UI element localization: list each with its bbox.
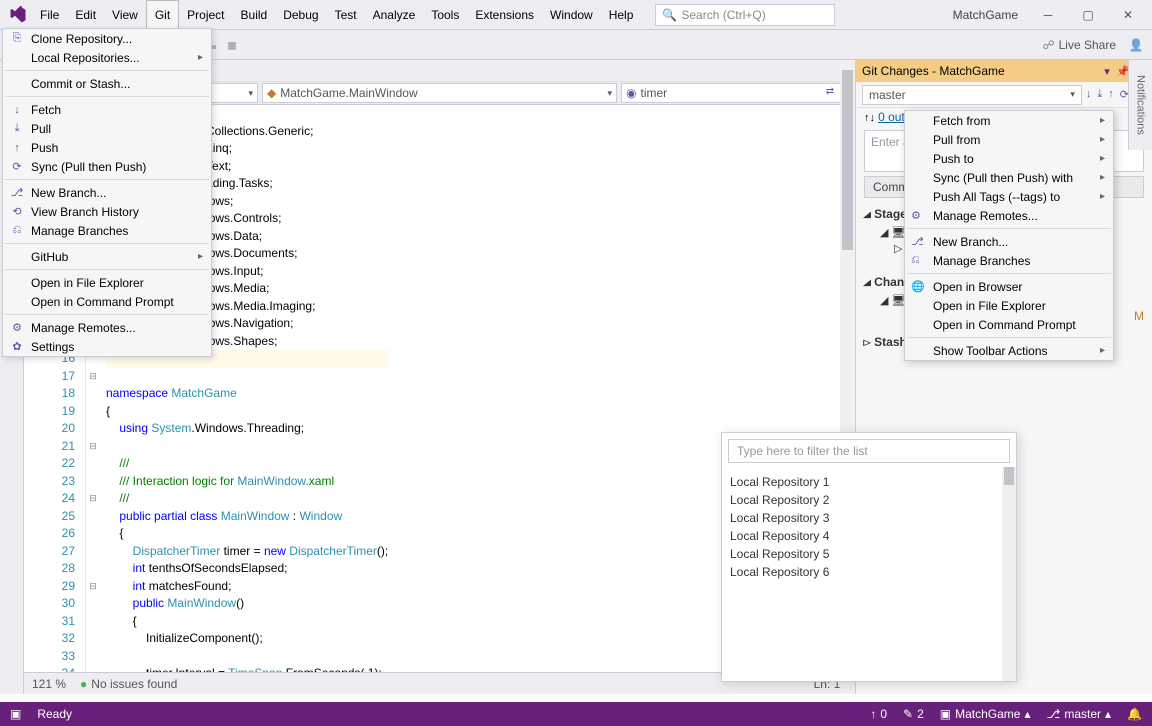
menu-bar: FileEditViewGitProjectBuildDebugTestAnal… [32, 0, 641, 29]
user-icon[interactable]: 👤 [1126, 35, 1146, 55]
git-menu-item[interactable]: ⤓Pull [3, 119, 211, 138]
git-context-item[interactable]: 🌐Open in Browser [905, 277, 1113, 296]
fetch-icon[interactable]: ↓ [1086, 88, 1092, 101]
menu-extensions[interactable]: Extensions [467, 0, 542, 29]
git-context-item[interactable]: Open in Command Prompt [905, 315, 1113, 334]
git-context-item[interactable]: Sync (Pull then Push) with [905, 168, 1113, 187]
menu-file[interactable]: File [32, 0, 67, 29]
branch-dropdown[interactable]: master [862, 85, 1082, 105]
repo-list-item[interactable]: Local Repository 2 [730, 491, 1008, 509]
search-placeholder: Search (Ctrl+Q) [681, 8, 765, 22]
close-button[interactable]: ✕ [1108, 0, 1148, 30]
bell-icon[interactable]: 🔔 [1127, 707, 1142, 721]
git-menu-item[interactable]: ↓Fetch [3, 100, 211, 119]
git-context-menu: Fetch fromPull fromPush toSync (Pull the… [904, 110, 1114, 361]
title-bar: FileEditViewGitProjectBuildDebugTestAnal… [0, 0, 1152, 30]
git-context-item[interactable]: Fetch from [905, 111, 1113, 130]
git-context-item[interactable]: Push to [905, 149, 1113, 168]
live-share-button[interactable]: ☍ Live Share [1042, 38, 1116, 52]
menu-project[interactable]: Project [179, 0, 232, 29]
git-menu-item[interactable]: ↑Push [3, 138, 211, 157]
pull-icon[interactable]: ⤓ [1097, 88, 1102, 101]
local-repositories-popup: Type here to filter the list Local Repos… [721, 432, 1017, 682]
repo-list: Local Repository 1Local Repository 2Loca… [722, 469, 1016, 585]
git-panel-title-bar: Git Changes - MatchGame ▾ 📌 ✕ [856, 60, 1152, 82]
menu-view[interactable]: View [104, 0, 146, 29]
status-ready: Ready [37, 707, 72, 721]
git-context-item[interactable]: ⎌Manage Branches [905, 251, 1113, 270]
menu-edit[interactable]: Edit [67, 0, 104, 29]
nav-member-dd[interactable]: ◉timer▾ [621, 83, 851, 103]
nav-member-label: timer [640, 86, 667, 100]
maximize-button[interactable]: ▢ [1068, 0, 1108, 30]
branch-name: master [869, 88, 906, 102]
menu-git[interactable]: Git [146, 0, 179, 29]
repo-list-item[interactable]: Local Repository 5 [730, 545, 1008, 563]
git-menu-item[interactable]: GitHub [3, 247, 211, 266]
push-icon[interactable]: ↑ [1108, 88, 1114, 101]
menu-help[interactable]: Help [601, 0, 642, 29]
git-menu-item[interactable]: ⟲View Branch History [3, 202, 211, 221]
repo-list-item[interactable]: Local Repository 6 [730, 563, 1008, 581]
notifications-tab[interactable]: Notifications [1128, 60, 1152, 150]
git-menu-item[interactable]: Local Repositories... [3, 48, 211, 67]
class-icon: ◆ [267, 86, 276, 100]
dropdown-icon[interactable]: ▾ [1100, 65, 1114, 78]
git-panel-title: Git Changes - MatchGame [862, 64, 1098, 78]
window-controls: ─ ▢ ✕ [1028, 0, 1148, 30]
menu-test[interactable]: Test [327, 0, 365, 29]
git-dropdown-menu: ⎘Clone Repository...Local Repositories..… [2, 28, 212, 357]
menu-tools[interactable]: Tools [423, 0, 467, 29]
issues-status[interactable]: ●No issues found [80, 677, 177, 691]
git-menu-item[interactable]: Open in File Explorer [3, 273, 211, 292]
git-menu-item[interactable]: ⎇New Branch... [3, 183, 211, 202]
menu-debug[interactable]: Debug [275, 0, 326, 29]
app-title: MatchGame [943, 8, 1028, 22]
repo-list-item[interactable]: Local Repository 4 [730, 527, 1008, 545]
scrollbar-vertical[interactable] [1002, 467, 1016, 681]
live-share-label: Live Share [1059, 38, 1116, 52]
menu-build[interactable]: Build [233, 0, 276, 29]
search-icon: 🔍 [662, 8, 677, 22]
git-context-item[interactable]: ⚙Manage Remotes... [905, 206, 1113, 225]
zoom-level[interactable]: 121 % [32, 677, 66, 691]
git-context-item[interactable]: Show Toolbar Actions [905, 341, 1113, 360]
status-edits[interactable]: ✎ 2 [903, 707, 924, 721]
git-menu-item[interactable]: Open in Command Prompt [3, 292, 211, 311]
bottom-status-bar: ▣ Ready ↑ 0 ✎ 2 ▣ MatchGame ▴ ⎇ master ▴… [0, 702, 1152, 726]
menu-window[interactable]: Window [542, 0, 601, 29]
git-context-item[interactable]: ⎇New Branch... [905, 232, 1113, 251]
nav-class-dd[interactable]: ◆MatchGame.MainWindow▾ [262, 83, 617, 103]
minimize-button[interactable]: ─ [1028, 0, 1068, 30]
git-menu-item[interactable]: ⟳Sync (Pull then Push) [3, 157, 211, 176]
output-icon[interactable]: ▣ [10, 707, 21, 721]
scroll-thumb[interactable] [842, 105, 853, 250]
field-icon: ◉ [626, 86, 636, 100]
search-input[interactable]: 🔍 Search (Ctrl+Q) [655, 4, 835, 26]
repo-filter-input[interactable]: Type here to filter the list [728, 439, 1010, 463]
git-menu-item[interactable]: ⎘Clone Repository... [3, 29, 211, 48]
status-push[interactable]: ↑ 0 [870, 707, 887, 721]
vs-logo-icon [4, 4, 32, 26]
git-menu-item[interactable]: ⎌Manage Branches [3, 221, 211, 240]
status-branch[interactable]: ⎇ master ▴ [1047, 707, 1112, 721]
git-menu-item[interactable]: ⚙Manage Remotes... [3, 318, 211, 337]
git-context-item[interactable]: Open in File Explorer [905, 296, 1113, 315]
git-menu-item[interactable]: Commit or Stash... [3, 74, 211, 93]
git-context-item[interactable]: Push All Tags (--tags) to [905, 187, 1113, 206]
live-share-icon: ☍ [1042, 38, 1054, 52]
git-toolbar: master ↓ ⤓ ↑ ⟳ ⋯ [856, 82, 1152, 108]
sync-icon[interactable]: ⇄ [823, 84, 837, 98]
git-menu-item[interactable]: ✿Settings [3, 337, 211, 356]
nav-class-label: MatchGame.MainWindow [280, 86, 417, 100]
repo-list-item[interactable]: Local Repository 3 [730, 509, 1008, 527]
menu-analyze[interactable]: Analyze [365, 0, 424, 29]
repo-list-item[interactable]: Local Repository 1 [730, 473, 1008, 491]
git-context-item[interactable]: Pull from [905, 130, 1113, 149]
status-project[interactable]: ▣ MatchGame ▴ [940, 707, 1031, 721]
bookmark-icon[interactable]: ◼ [222, 35, 242, 55]
